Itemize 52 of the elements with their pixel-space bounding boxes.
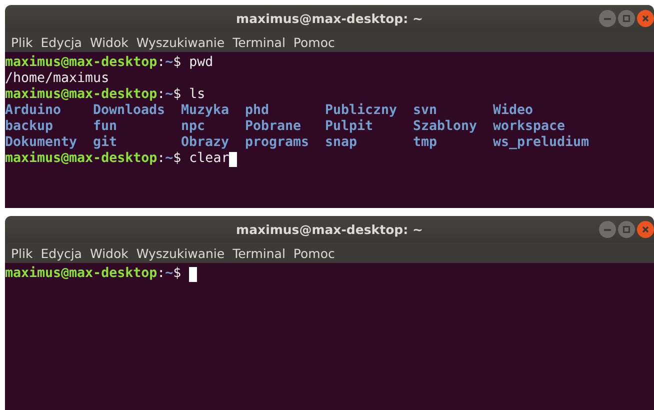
- directory-name: Downloads: [93, 103, 166, 118]
- directory-name: workspace: [493, 119, 566, 134]
- close-icon: [642, 15, 649, 22]
- minimize-icon: [604, 228, 611, 230]
- menu-item[interactable]: Terminal: [232, 246, 286, 260]
- directory-name: programs: [245, 135, 310, 150]
- directory-name: Pobrane: [245, 119, 302, 134]
- minimize-icon: [604, 18, 611, 20]
- directory-name: Obrazy: [181, 135, 230, 150]
- minimize-button[interactable]: [599, 10, 616, 27]
- maximize-button[interactable]: [618, 221, 635, 238]
- directory-name: Dokumenty: [5, 135, 78, 150]
- menu-item[interactable]: Wyszukiwanie: [135, 34, 226, 50]
- directory-name: snap: [325, 135, 358, 150]
- menu-item[interactable]: Terminal: [232, 34, 286, 50]
- window-title: maximus@max-desktop: ~: [236, 11, 423, 26]
- directory-name: Arduino: [5, 103, 62, 118]
- directory-name: Muzyka: [181, 103, 230, 118]
- prompt-line: maximus@max-desktop:~$ ls: [5, 87, 206, 103]
- directory-name: backup: [5, 119, 54, 134]
- directory-name: phd: [245, 103, 270, 118]
- directory-name: Publiczny: [325, 103, 398, 118]
- directory-name: git: [93, 135, 118, 150]
- menu-item[interactable]: Edycja: [40, 34, 83, 50]
- menu-item[interactable]: Widok: [88, 246, 130, 260]
- directory-name: fun: [93, 119, 118, 134]
- prompt-line: maximus@max-desktop:~$ pwd: [5, 55, 214, 71]
- menu-item[interactable]: Edycja: [40, 246, 83, 260]
- menu-item[interactable]: Pomoc: [292, 246, 336, 260]
- close-button[interactable]: [637, 221, 654, 238]
- menu-item[interactable]: Widok: [88, 34, 130, 50]
- menu-item[interactable]: Plik: [10, 34, 34, 50]
- directory-name: tmp: [413, 135, 438, 150]
- close-button[interactable]: [637, 10, 654, 27]
- prompt-line: maximus@max-desktop:~$: [5, 266, 182, 282]
- menu-item[interactable]: Wyszukiwanie: [135, 246, 226, 260]
- menu-item[interactable]: Pomoc: [292, 34, 336, 50]
- minimize-button[interactable]: [599, 221, 616, 238]
- maximize-icon: [623, 226, 630, 233]
- directory-name: npc: [181, 119, 206, 134]
- directory-name: ws_preludium: [493, 135, 590, 150]
- window-title: maximus@max-desktop: ~: [236, 222, 423, 237]
- directory-name: Pulpit: [325, 119, 374, 134]
- maximize-icon: [623, 15, 630, 22]
- prompt-line: maximus@max-desktop:~$ clear: [5, 151, 230, 167]
- directory-name: svn: [413, 103, 438, 118]
- close-icon: [642, 226, 649, 233]
- output-line: /home/maximus: [5, 71, 110, 87]
- maximize-button[interactable]: [618, 10, 635, 27]
- menu-item[interactable]: Plik: [10, 246, 34, 260]
- directory-name: Wideo: [493, 103, 534, 118]
- directory-name: Szablony: [413, 119, 478, 134]
